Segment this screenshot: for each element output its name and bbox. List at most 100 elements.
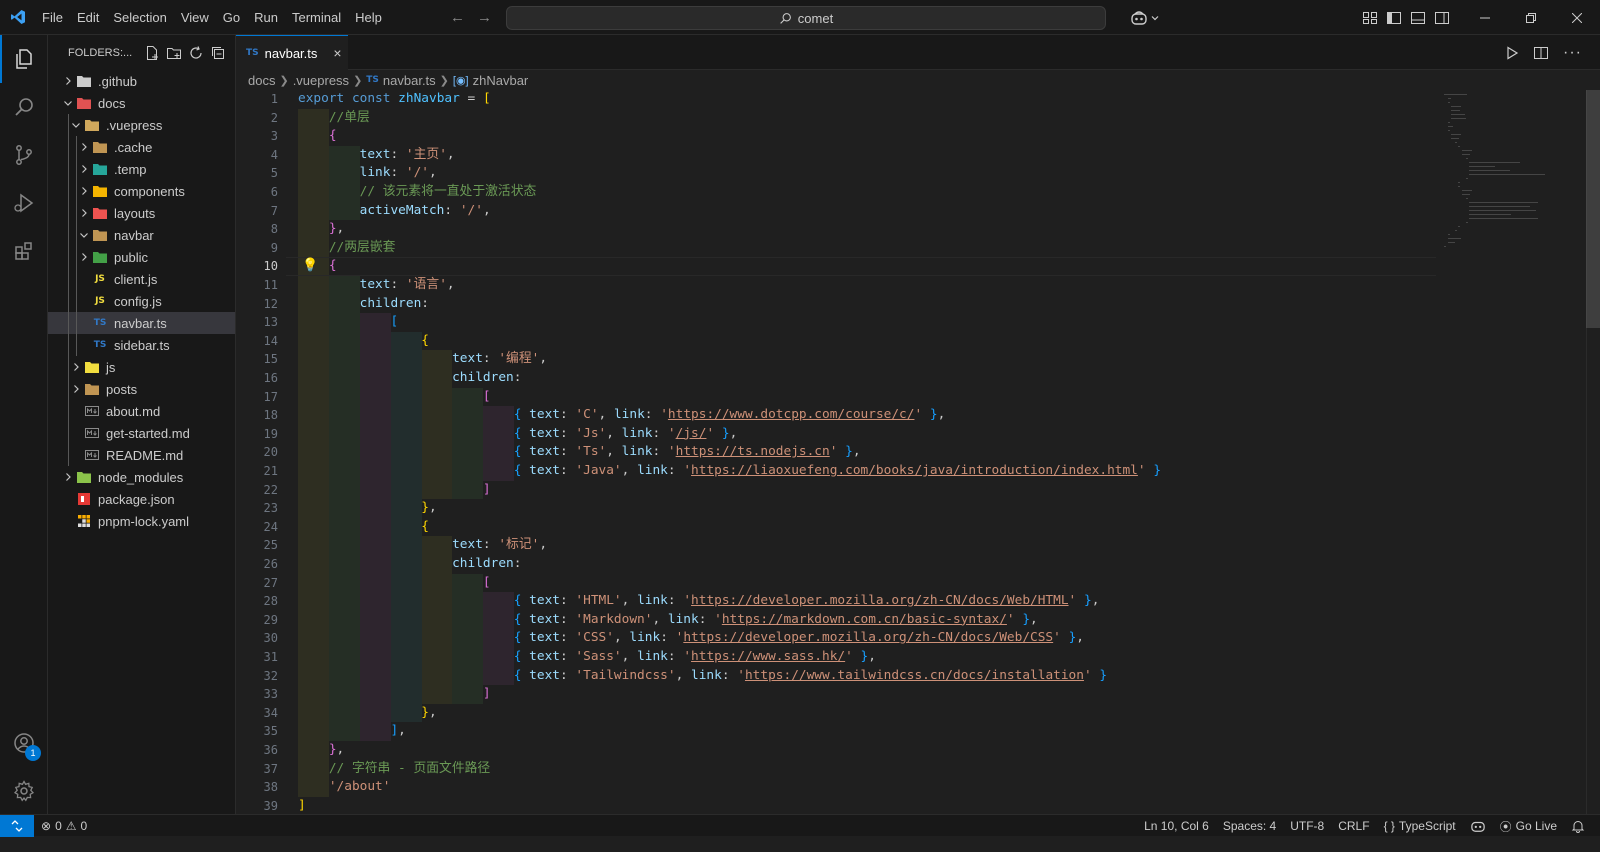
tree-item[interactable]: about.md [48, 400, 235, 422]
tree-item[interactable]: docs [48, 92, 235, 114]
tree-item[interactable]: get-started.md [48, 422, 235, 444]
menu-help[interactable]: Help [348, 0, 389, 35]
customize-layout-icon[interactable] [1362, 10, 1378, 26]
code-line[interactable]: children: [298, 295, 429, 314]
tree-item[interactable]: .vuepress [48, 114, 235, 136]
breadcrumb-vuepress[interactable]: .vuepress [293, 73, 349, 88]
code-line[interactable]: { text: 'Markdown', link: 'https://markd… [298, 611, 1038, 630]
tree-item[interactable]: TS navbar.ts [48, 312, 235, 334]
go-live-button[interactable]: ⦿ Go Live [1493, 818, 1564, 835]
tree-item[interactable]: .cache [48, 136, 235, 158]
code-line[interactable]: ] [298, 685, 491, 704]
language-status[interactable]: { } TypeScript [1377, 819, 1463, 833]
code-line[interactable]: children: [298, 369, 521, 388]
copilot-button[interactable] [1130, 7, 1160, 29]
code-line[interactable]: { text: 'HTML', link: 'https://developer… [298, 592, 1100, 611]
code-line[interactable]: }, [298, 741, 344, 760]
code-line[interactable]: { text: 'Tailwindcss', link: 'https://ww… [298, 667, 1107, 686]
notifications-bell-icon[interactable] [1564, 819, 1592, 833]
code-line[interactable]: //单层 [298, 109, 370, 128]
tree-item[interactable]: node_modules [48, 466, 235, 488]
more-actions-icon[interactable]: ··· [1563, 44, 1582, 62]
menu-file[interactable]: File [35, 0, 70, 35]
run-icon[interactable] [1505, 45, 1519, 60]
menu-go[interactable]: Go [216, 0, 247, 35]
code-line[interactable]: { [298, 518, 429, 537]
indentation-status[interactable]: Spaces: 4 [1216, 819, 1283, 833]
breadcrumb-docs[interactable]: docs [248, 73, 275, 88]
menu-edit[interactable]: Edit [70, 0, 106, 35]
tree-item[interactable]: package.json [48, 488, 235, 510]
tree-item[interactable]: JS config.js [48, 290, 235, 312]
code-line[interactable]: ] [298, 481, 491, 500]
tree-item[interactable]: posts [48, 378, 235, 400]
new-file-icon[interactable] [144, 45, 160, 61]
code-line[interactable]: { text: 'Java', link: 'https://liaoxuefe… [298, 462, 1161, 481]
menu-run[interactable]: Run [247, 0, 285, 35]
code-line[interactable]: link: '/', [298, 164, 437, 183]
tree-item[interactable]: navbar [48, 224, 235, 246]
settings-gear-icon[interactable] [0, 767, 48, 815]
code-line[interactable]: '/about' [298, 778, 391, 797]
code-line[interactable]: activeMatch: '/', [298, 202, 491, 221]
accounts-icon[interactable]: 1 [0, 719, 48, 767]
restore-icon[interactable] [1508, 0, 1554, 35]
split-editor-icon[interactable] [1533, 45, 1549, 61]
tree-item[interactable]: public [48, 246, 235, 268]
code-lines[interactable]: export const zhNavbar = [ //单层 { text: '… [298, 90, 1448, 814]
tab-navbar-ts[interactable]: TS navbar.ts × [236, 35, 348, 70]
code-line[interactable]: { text: 'Js', link: '/js/' }, [298, 425, 738, 444]
tree-item[interactable]: JS client.js [48, 268, 235, 290]
code-editor[interactable]: 1 2 3 4 5 6 7 8 9 10 11 12 13 14 15 16 17 18 19 20 21 22 23 24 2… [236, 90, 1600, 814]
search-view-icon[interactable] [0, 83, 48, 131]
code-line[interactable]: }, [298, 220, 344, 239]
menu-view[interactable]: View [174, 0, 216, 35]
explorer-icon[interactable] [0, 35, 48, 83]
breadcrumb-navbar-ts[interactable]: navbar.ts [383, 73, 436, 88]
tree-item[interactable]: .temp [48, 158, 235, 180]
code-line[interactable]: text: '主页', [298, 146, 455, 165]
code-line[interactable]: }, [298, 704, 436, 723]
toggle-panel-icon[interactable] [1410, 10, 1426, 26]
source-control-icon[interactable] [0, 131, 48, 179]
breadcrumb-symbol[interactable]: zhNavbar [473, 73, 529, 88]
code-line[interactable]: export const zhNavbar = [ [298, 90, 491, 109]
forward-arrow-icon[interactable]: → [477, 9, 492, 26]
code-line[interactable]: { text: 'CSS', link: 'https://developer.… [298, 629, 1084, 648]
code-line[interactable]: children: [298, 555, 521, 574]
refresh-icon[interactable] [188, 45, 204, 61]
tree-item[interactable]: pnpm-lock.yaml [48, 510, 235, 532]
code-line[interactable]: text: '语言', [298, 276, 455, 295]
code-line[interactable]: { text: 'Ts', link: 'https://ts.nodejs.c… [298, 443, 861, 462]
back-arrow-icon[interactable]: ← [450, 9, 465, 26]
problems-status[interactable]: ⊗ 0 ⚠ 0 [34, 819, 94, 833]
menu-terminal[interactable]: Terminal [285, 0, 348, 35]
close-window-icon[interactable] [1554, 0, 1600, 35]
code-line[interactable]: [ [298, 574, 491, 593]
code-line[interactable]: [ [298, 313, 398, 332]
toggle-secondary-sidebar-icon[interactable] [1434, 10, 1450, 26]
code-line[interactable]: // 该元素将一直处于激活状态 [298, 183, 537, 202]
code-line[interactable]: //两层嵌套 [298, 239, 396, 258]
remote-indicator-icon[interactable] [0, 814, 34, 837]
code-line[interactable]: }, [298, 499, 436, 518]
code-line[interactable]: [ [298, 388, 491, 407]
encoding-status[interactable]: UTF-8 [1283, 819, 1331, 833]
code-line[interactable]: text: '编程', [298, 350, 547, 369]
code-line[interactable]: { [298, 257, 337, 276]
code-line[interactable]: text: '标记', [298, 536, 547, 555]
scrollbar-thumb[interactable] [1586, 90, 1600, 328]
copilot-status-icon[interactable] [1463, 819, 1493, 833]
code-line[interactable]: { text: 'C', link: 'https://www.dotcpp.c… [298, 406, 946, 425]
code-line[interactable]: ] [298, 797, 306, 814]
minimap[interactable] [1444, 90, 1584, 814]
vertical-scrollbar[interactable] [1586, 90, 1600, 814]
code-line[interactable]: { [298, 332, 429, 351]
collapse-all-icon[interactable] [210, 45, 226, 61]
minimize-icon[interactable] [1462, 0, 1508, 35]
code-line[interactable]: ], [298, 722, 405, 741]
code-line[interactable]: { [298, 127, 337, 146]
cursor-position[interactable]: Ln 10, Col 6 [1137, 819, 1216, 833]
tree-item[interactable]: js [48, 356, 235, 378]
menu-selection[interactable]: Selection [106, 0, 173, 35]
